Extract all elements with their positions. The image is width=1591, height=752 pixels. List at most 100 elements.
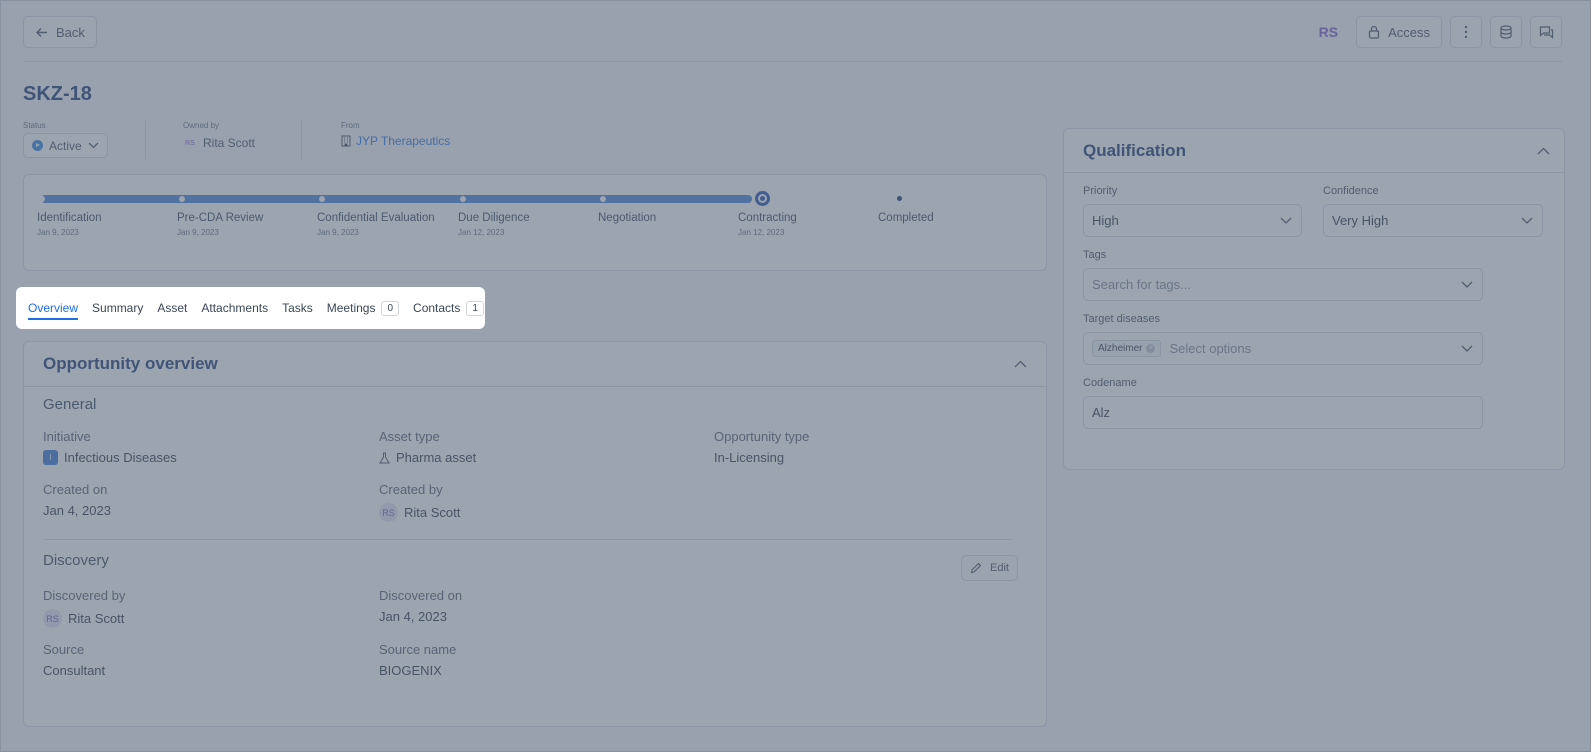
meta-divider: [301, 121, 302, 159]
opportunity-type-field: Opportunity type In-Licensing: [714, 429, 809, 465]
tab-attachments[interactable]: Attachments: [201, 287, 268, 329]
discovered-on-field: Discovered on Jan 4, 2023: [379, 588, 462, 624]
target-diseases-select[interactable]: Alzheimer × Select options: [1083, 332, 1483, 365]
stage-name: Pre-CDA Review: [177, 212, 264, 224]
codename-label: Codename: [1083, 377, 1137, 389]
page-title: SKZ-18: [23, 83, 92, 105]
target-diseases-placeholder: Select options: [1169, 341, 1252, 356]
discovered-on-value: Jan 4, 2023: [379, 609, 447, 624]
stage-node: [460, 196, 466, 202]
created-on-field: Created on Jan 4, 2023: [43, 482, 111, 518]
back-label: Back: [56, 24, 85, 40]
top-bar: Back RS Access: [23, 16, 1562, 62]
tab-asset[interactable]: Asset: [157, 287, 187, 329]
status-field: Status Active: [23, 121, 108, 158]
count-badge: 1: [466, 300, 484, 316]
chevron-up-icon[interactable]: [1014, 360, 1027, 368]
opportunity-overview-card: Opportunity overview General Initiative …: [23, 341, 1047, 727]
edit-button[interactable]: Edit: [961, 555, 1018, 581]
progress-track: [41, 195, 752, 203]
lock-icon: [1368, 25, 1380, 39]
chevron-down-icon: [1521, 217, 1533, 224]
tab-label: Tasks: [282, 301, 313, 315]
stage-confidential-evaluation[interactable]: Confidential Evaluation Jan 9, 2023: [317, 212, 435, 237]
codename-value: Alz: [1092, 405, 1111, 420]
status-value: Active: [49, 138, 82, 153]
stage-node: [39, 196, 45, 202]
tab-label: Overview: [28, 301, 79, 315]
section-divider: [43, 539, 1012, 540]
field-label: Discovered on: [379, 588, 463, 603]
owner-field: Owned by RS Rita Scott: [183, 121, 255, 150]
tab-overview[interactable]: Overview: [28, 287, 79, 329]
stage-node-completed: [897, 196, 902, 201]
priority-value: High: [1092, 213, 1119, 228]
stage-negotiation[interactable]: Negotiation: [598, 212, 656, 228]
field-label: Opportunity type: [714, 429, 810, 444]
codename-input[interactable]: Alz: [1083, 396, 1483, 429]
priority-select[interactable]: High: [1083, 204, 1302, 237]
card-header: Opportunity overview: [24, 342, 1046, 387]
user-avatar[interactable]: RS: [1319, 24, 1338, 40]
tab-meetings[interactable]: Meetings 0: [327, 287, 400, 329]
stage-node: [319, 196, 325, 202]
status-dropdown[interactable]: Active: [23, 133, 108, 158]
tab-summary[interactable]: Summary: [92, 287, 143, 329]
tags-search-input[interactable]: Search for tags...: [1083, 268, 1483, 301]
stage-name: Negotiation: [598, 212, 657, 224]
discovery-section-title: Discovery: [43, 552, 109, 569]
source-value: Consultant: [43, 663, 106, 678]
chip-label: Alzheimer: [1098, 343, 1143, 354]
app-window: Back RS Access SKZ-18 Status Active Owne…: [0, 0, 1591, 752]
kebab-menu-icon: [1464, 25, 1468, 39]
general-section-title: General: [43, 396, 97, 413]
qualification-card: Qualification Priority High Confidence V…: [1063, 128, 1565, 470]
access-button[interactable]: Access: [1356, 16, 1442, 48]
remove-chip-icon[interactable]: ×: [1146, 344, 1156, 353]
field-label: Created on: [43, 482, 108, 497]
tab-tasks[interactable]: Tasks: [282, 287, 313, 329]
building-icon: [341, 135, 351, 147]
stage-date: Jan 9, 2023: [317, 228, 359, 237]
count-badge: 0: [381, 300, 400, 316]
stage-node: [179, 196, 185, 202]
field-label: Asset type: [379, 429, 440, 444]
stage-due-diligence[interactable]: Due Diligence Jan 12, 2023: [458, 212, 530, 237]
owned-by-label: Owned by: [183, 121, 220, 130]
field-label: Source: [43, 642, 85, 657]
disease-chip[interactable]: Alzheimer ×: [1092, 340, 1162, 357]
field-label: Discovered by: [43, 588, 126, 603]
more-options-button[interactable]: [1450, 16, 1482, 48]
owner-name[interactable]: Rita Scott: [203, 136, 255, 150]
tab-contacts[interactable]: Contacts 1: [413, 287, 484, 329]
initiative-field: Initiative I Infectious Diseases: [43, 429, 177, 465]
status-label: Status: [23, 121, 46, 130]
asset-type-value: Pharma asset: [396, 450, 477, 465]
stage-completed[interactable]: Completed: [878, 212, 934, 228]
arrow-left-icon: [35, 26, 48, 39]
database-button[interactable]: [1490, 16, 1522, 48]
opportunity-type-value: In-Licensing: [714, 450, 785, 465]
stage-pre-cda-review[interactable]: Pre-CDA Review Jan 9, 2023: [177, 212, 263, 237]
stage-date: Jan 9, 2023: [177, 228, 219, 237]
progress-fill: [41, 195, 752, 203]
stage-identification[interactable]: Identification Jan 9, 2023: [37, 212, 102, 237]
back-button[interactable]: Back: [23, 16, 97, 48]
tags-placeholder: Search for tags...: [1092, 277, 1191, 292]
play-icon: [32, 140, 43, 151]
chevron-down-icon: [1461, 281, 1473, 288]
field-label: Source name: [379, 642, 457, 657]
created-by-field: Created by RS Rita Scott: [379, 482, 460, 522]
tab-label: Contacts: [413, 301, 461, 315]
chevron-down-icon: [88, 142, 99, 149]
confidence-select[interactable]: Very High: [1323, 204, 1543, 237]
tab-label: Asset: [157, 301, 188, 315]
from-company-link[interactable]: JYP Therapeutics: [356, 134, 450, 148]
chevron-up-icon[interactable]: [1537, 147, 1550, 155]
priority-label: Priority: [1083, 185, 1118, 197]
stage-node: [600, 196, 606, 202]
target-diseases-label: Target diseases: [1083, 313, 1161, 325]
comments-button[interactable]: [1530, 16, 1562, 48]
stage-contracting[interactable]: Contracting Jan 12, 2023: [738, 212, 797, 237]
asset-type-field: Asset type Pharma asset: [379, 429, 476, 465]
